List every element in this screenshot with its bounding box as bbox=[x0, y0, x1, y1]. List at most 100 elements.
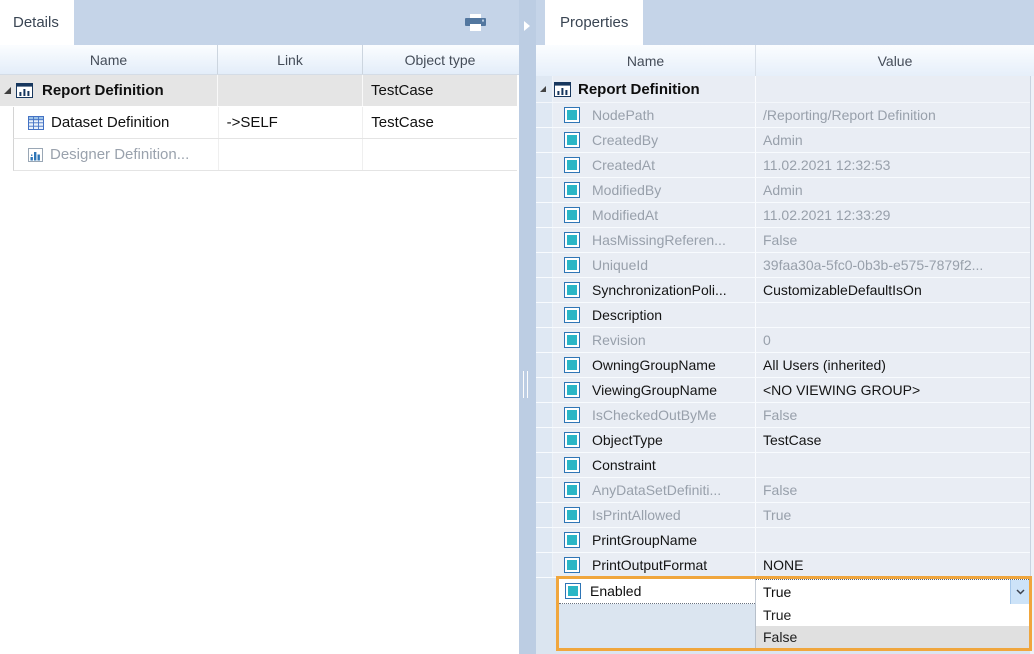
property-value: 11.02.2021 12:33:29 bbox=[763, 207, 890, 223]
tree-gutter bbox=[536, 378, 553, 402]
collapse-arrow-icon[interactable] bbox=[524, 21, 530, 31]
property-row[interactable]: AnyDataSetDefiniti... False bbox=[536, 478, 1030, 503]
report-icon bbox=[554, 82, 571, 97]
property-value: /Reporting/Report Definition bbox=[763, 107, 936, 123]
object-type-cell: TestCase bbox=[362, 75, 517, 106]
property-row[interactable]: Description bbox=[536, 303, 1030, 328]
property-name: CreatedAt bbox=[592, 157, 655, 173]
property-name: ModifiedAt bbox=[592, 207, 658, 223]
property-value-cell: All Users (inherited) bbox=[755, 353, 1030, 377]
property-value-cell bbox=[755, 453, 1030, 477]
table-row[interactable]: Designer Definition... bbox=[13, 139, 517, 171]
tree-gutter bbox=[536, 203, 553, 227]
property-icon bbox=[564, 307, 580, 323]
expander-icon[interactable] bbox=[540, 86, 546, 92]
property-row[interactable]: SynchronizationPoli... CustomizableDefau… bbox=[536, 278, 1030, 303]
property-row[interactable]: UniqueId 39faa30a-5fc0-0b3b-e575-7879f2.… bbox=[536, 253, 1030, 278]
chevron-down-icon[interactable] bbox=[1010, 580, 1029, 604]
property-name-cell: IsPrintAllowed bbox=[592, 507, 755, 523]
property-row[interactable]: NodePath /Reporting/Report Definition bbox=[536, 103, 1030, 128]
property-value-cell: 39faa30a-5fc0-0b3b-e575-7879f2... bbox=[755, 253, 1030, 277]
property-name: OwningGroupName bbox=[592, 357, 716, 373]
row-name: Report Definition bbox=[42, 82, 164, 99]
tree-gutter bbox=[536, 528, 553, 552]
property-row[interactable]: PrintGroupName bbox=[536, 528, 1030, 553]
property-value: True bbox=[763, 507, 791, 523]
enabled-edit-highlight: Enabled True True False bbox=[556, 576, 1032, 651]
property-name: IsCheckedOutByMe bbox=[592, 407, 717, 423]
property-row-enabled[interactable]: Enabled True bbox=[559, 579, 1029, 604]
property-name: PrintGroupName bbox=[592, 532, 697, 548]
app-window: Details Name Link Object type bbox=[0, 0, 1034, 654]
property-row[interactable]: CreatedBy Admin bbox=[536, 128, 1030, 153]
property-icon bbox=[564, 357, 580, 373]
property-row[interactable]: Revision 0 bbox=[536, 328, 1030, 353]
property-root-row[interactable]: Report Definition bbox=[536, 76, 1030, 103]
property-name: NodePath bbox=[592, 107, 654, 123]
tab-properties[interactable]: Properties bbox=[545, 0, 643, 45]
property-value-cell: False bbox=[755, 403, 1030, 427]
property-name-cell: ViewingGroupName bbox=[592, 382, 755, 398]
combobox-value: True bbox=[756, 580, 1010, 604]
enabled-name-cell: Enabled bbox=[559, 579, 755, 604]
expander-icon[interactable] bbox=[4, 87, 11, 94]
bar-chart-icon bbox=[28, 148, 43, 162]
tree-gutter bbox=[536, 253, 553, 277]
property-icon bbox=[564, 132, 580, 148]
property-name: Revision bbox=[592, 332, 646, 348]
column-header-link[interactable]: Link bbox=[217, 45, 362, 74]
property-value: TestCase bbox=[763, 432, 821, 448]
column-header-name[interactable]: Name bbox=[536, 45, 755, 76]
property-value-cell: True bbox=[755, 503, 1030, 527]
property-row[interactable]: ModifiedAt 11.02.2021 12:33:29 bbox=[536, 203, 1030, 228]
tree-gutter bbox=[536, 76, 553, 102]
link-cell: ->SELF bbox=[218, 107, 363, 138]
property-value-cell: Admin bbox=[755, 178, 1030, 202]
property-name: HasMissingReferen... bbox=[592, 232, 726, 248]
property-row[interactable]: ViewingGroupName <NO VIEWING GROUP> bbox=[536, 378, 1030, 403]
tree-gutter bbox=[536, 353, 553, 377]
property-name-cell: ModifiedBy bbox=[592, 182, 755, 198]
property-row[interactable]: ObjectType TestCase bbox=[536, 428, 1030, 453]
property-name-cell: ObjectType bbox=[592, 432, 755, 448]
table-row[interactable]: Report Definition TestCase bbox=[0, 75, 517, 107]
property-row[interactable]: IsPrintAllowed True bbox=[536, 503, 1030, 528]
column-header-name[interactable]: Name bbox=[0, 45, 217, 74]
property-name-cell: IsCheckedOutByMe bbox=[592, 407, 755, 423]
tab-details[interactable]: Details bbox=[0, 0, 74, 45]
property-name: SynchronizationPoli... bbox=[592, 282, 727, 298]
dropdown-option[interactable]: False bbox=[756, 626, 1029, 648]
property-value-cell: <NO VIEWING GROUP> bbox=[755, 378, 1030, 402]
column-header-value[interactable]: Value bbox=[755, 45, 1034, 76]
property-icon bbox=[564, 382, 580, 398]
property-row[interactable]: Constraint bbox=[536, 453, 1030, 478]
tree-gutter bbox=[536, 453, 553, 477]
property-root-value bbox=[755, 76, 1030, 102]
print-icon[interactable] bbox=[462, 13, 490, 33]
dropdown-option[interactable]: True bbox=[756, 604, 1029, 626]
property-row[interactable]: IsCheckedOutByMe False bbox=[536, 403, 1030, 428]
option-label: True bbox=[763, 607, 791, 623]
tree-gutter bbox=[536, 278, 553, 302]
row-link: ->SELF bbox=[227, 114, 278, 131]
column-header-object-type[interactable]: Object type bbox=[362, 45, 517, 74]
property-name: Constraint bbox=[592, 457, 656, 473]
panel-splitter[interactable] bbox=[519, 0, 536, 654]
property-name-cell: PrintGroupName bbox=[592, 532, 755, 548]
property-name-cell: Constraint bbox=[592, 457, 755, 473]
enabled-value-combobox[interactable]: True bbox=[755, 579, 1029, 604]
property-value: False bbox=[763, 482, 797, 498]
property-row[interactable]: ModifiedBy Admin bbox=[536, 178, 1030, 203]
properties-tab-strip: Properties bbox=[536, 0, 1034, 45]
property-value-cell: TestCase bbox=[755, 428, 1030, 452]
property-row[interactable]: PrintOutputFormat NONE bbox=[536, 553, 1030, 578]
property-row[interactable]: OwningGroupName All Users (inherited) bbox=[536, 353, 1030, 378]
details-grid-body: Report Definition TestCase bbox=[0, 75, 517, 171]
tree-gutter bbox=[536, 303, 553, 327]
table-row[interactable]: Dataset Definition ->SELF TestCase bbox=[13, 107, 517, 139]
row-type: TestCase bbox=[371, 114, 434, 131]
property-icon bbox=[564, 482, 580, 498]
property-row[interactable]: HasMissingReferen... False bbox=[536, 228, 1030, 253]
property-value: All Users (inherited) bbox=[763, 357, 886, 373]
property-row[interactable]: CreatedAt 11.02.2021 12:32:53 bbox=[536, 153, 1030, 178]
